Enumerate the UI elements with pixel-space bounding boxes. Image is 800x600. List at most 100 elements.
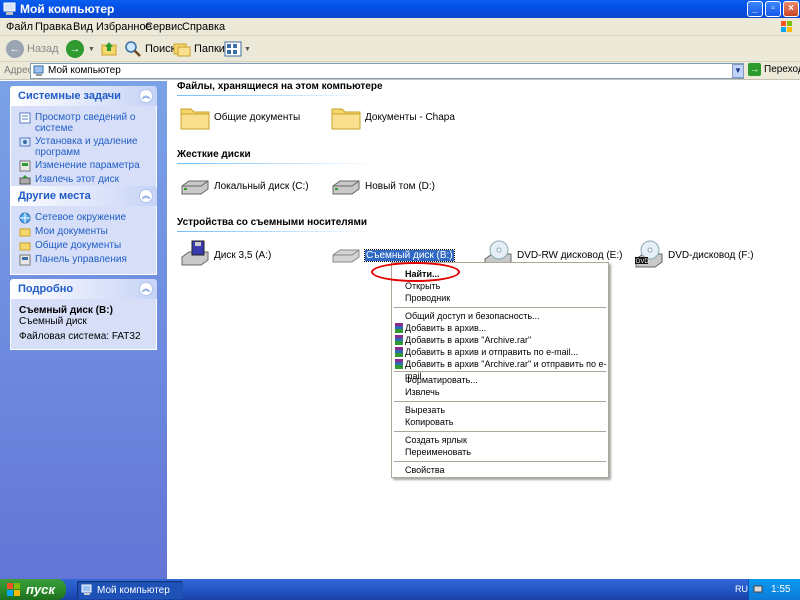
control-panel-icon [19, 254, 31, 266]
menu-separator [394, 401, 606, 402]
details-name: Съемный диск (B:) [19, 305, 113, 316]
taskbar-item-my-computer[interactable]: Мой компьютер [77, 581, 183, 599]
close-button[interactable]: × [783, 1, 799, 17]
computer-icon [3, 2, 16, 15]
start-button[interactable]: пуск [0, 579, 66, 600]
tray-icon[interactable] [753, 584, 763, 594]
winrar-icon [395, 323, 403, 333]
menu-edit[interactable]: Правка [35, 21, 72, 33]
forward-arrow-icon: → [66, 40, 84, 58]
network-icon [19, 212, 31, 224]
back-button[interactable]: ← Назад ▼ [6, 39, 71, 59]
menu-item-rename[interactable]: Переименовать [392, 446, 608, 458]
minimize-button[interactable]: _ [747, 1, 763, 17]
go-arrow-icon: → [748, 63, 761, 76]
menu-item-sharing[interactable]: Общий доступ и безопасность... [392, 310, 608, 322]
search-icon [125, 41, 141, 57]
go-button[interactable]: → Переход [748, 63, 800, 76]
details-panel: Подробно ︽ Съемный диск (B:) Съемный дис… [10, 279, 157, 350]
menu-item-explorer[interactable]: Проводник [392, 292, 608, 304]
other-places-header[interactable]: Другие места ︽ [10, 186, 157, 206]
collapse-icon[interactable]: ︽ [139, 282, 153, 296]
menu-tools[interactable]: Сервис [145, 21, 183, 33]
taskbar: пуск Мой компьютер RU 1:55 [0, 579, 800, 600]
search-button[interactable]: Поиск [124, 39, 175, 59]
floppy-drive-icon [181, 240, 209, 266]
winrar-icon [395, 359, 403, 369]
folders-icon [173, 43, 191, 57]
menu-help[interactable]: Справка [182, 21, 225, 33]
section-divider [177, 95, 377, 96]
chevron-down-icon: ▼ [88, 45, 95, 53]
section-hard-disks: Жесткие диски [177, 149, 251, 160]
clock: 1:55 [771, 584, 791, 595]
section-divider [177, 163, 377, 164]
change-setting-link[interactable]: Изменение параметра [19, 160, 150, 172]
floppy-drive-a[interactable]: Диск 3,5 (A:) [179, 239, 271, 271]
system-tasks-header[interactable]: Системные задачи ︽ [10, 86, 157, 106]
menu-item-add-email[interactable]: Добавить в архив и отправить по e-mail..… [392, 346, 608, 358]
control-panel-icon [19, 160, 31, 172]
menu-separator [394, 431, 606, 432]
dvd-drive-icon: DVD [635, 240, 663, 268]
chapa-documents-folder[interactable]: Документы - Chapa [330, 101, 455, 133]
address-dropdown-button[interactable]: ▼ [732, 64, 744, 78]
shared-documents-folder[interactable]: Общие документы [179, 101, 300, 133]
task-pane: Системные задачи ︽ Просмотр сведений о с… [0, 81, 167, 579]
local-disk-c[interactable]: Локальный диск (C:) [179, 170, 309, 202]
eject-disk-link[interactable]: Извлечь этот диск [19, 174, 150, 186]
eject-icon [19, 175, 31, 185]
context-menu: Найти... Открыть Проводник Общий доступ … [391, 262, 609, 478]
collapse-icon[interactable]: ︽ [139, 189, 153, 203]
address-bar: Адрес: Мой компьютер ▼ → Переход [0, 62, 800, 80]
new-volume-d[interactable]: Новый том (D:) [330, 170, 435, 202]
other-places-panel: Другие места ︽ Сетевое окружение Мои док… [10, 186, 157, 275]
network-places-link[interactable]: Сетевое окружение [19, 212, 150, 224]
menu-item-add-rar-email[interactable]: Добавить в архив "Archive.rar" и отправи… [392, 358, 608, 381]
menu-item-add-archive[interactable]: Добавить в архив... [392, 322, 608, 334]
menu-item-add-rar[interactable]: Добавить в архив "Archive.rar" [392, 334, 608, 346]
menu-item-cut[interactable]: Вырезать [392, 404, 608, 416]
windows-logo-icon [781, 21, 792, 32]
programs-icon [19, 137, 31, 147]
menu-favorites[interactable]: Избранное [96, 21, 152, 33]
dvd-drive-f[interactable]: DVD DVD-дисковод (F:) [633, 239, 754, 271]
details-type: Съемный диск [19, 316, 87, 327]
highlight-ellipse [371, 262, 460, 282]
address-field[interactable]: Мой компьютер [30, 63, 744, 79]
my-documents-link[interactable]: Мои документы [19, 226, 150, 238]
views-button[interactable]: ▼ [224, 39, 251, 59]
menu-separator [394, 461, 606, 462]
shared-documents-link[interactable]: Общие документы [19, 240, 150, 252]
menu-item-create-shortcut[interactable]: Создать ярлык [392, 434, 608, 446]
system-info-icon [19, 112, 31, 124]
system-tray: 1:55 [748, 579, 800, 600]
system-info-link[interactable]: Просмотр сведений о системе [19, 112, 150, 134]
menu-item-copy[interactable]: Копировать [392, 416, 608, 428]
back-arrow-icon: ← [6, 40, 24, 58]
svg-text:DVD: DVD [636, 259, 649, 265]
folder-icon [180, 108, 210, 130]
menu-item-properties[interactable]: Свойства [392, 464, 608, 476]
add-remove-programs-link[interactable]: Установка и удаление программ [19, 136, 150, 158]
maximize-button[interactable]: ▫ [765, 1, 781, 17]
computer-icon [33, 65, 44, 76]
control-panel-link[interactable]: Панель управления [19, 254, 150, 266]
folders-button[interactable]: Папки [173, 39, 225, 59]
forward-button[interactable]: → ▼ [66, 39, 95, 59]
details-header[interactable]: Подробно ︽ [10, 279, 157, 299]
menu-item-format[interactable]: Форматировать... [392, 374, 608, 386]
computer-icon [81, 584, 92, 595]
menu-view[interactable]: Вид [73, 21, 93, 33]
language-indicator[interactable]: RU [735, 584, 748, 594]
window-title: Мой компьютер [20, 2, 115, 16]
collapse-icon[interactable]: ︽ [139, 89, 153, 103]
section-files: Файлы, хранящиеся на этом компьютере [177, 81, 383, 92]
winrar-icon [395, 335, 403, 345]
chevron-down-icon: ▼ [244, 45, 251, 53]
menu-file[interactable]: Файл [6, 21, 33, 33]
up-button[interactable] [100, 39, 118, 59]
menu-item-eject[interactable]: Извлечь [392, 386, 608, 398]
toolbar: ← Назад ▼ → ▼ Поиск Папки ▼ [0, 36, 800, 62]
details-filesystem: Файловая система: FAT32 [19, 331, 141, 342]
